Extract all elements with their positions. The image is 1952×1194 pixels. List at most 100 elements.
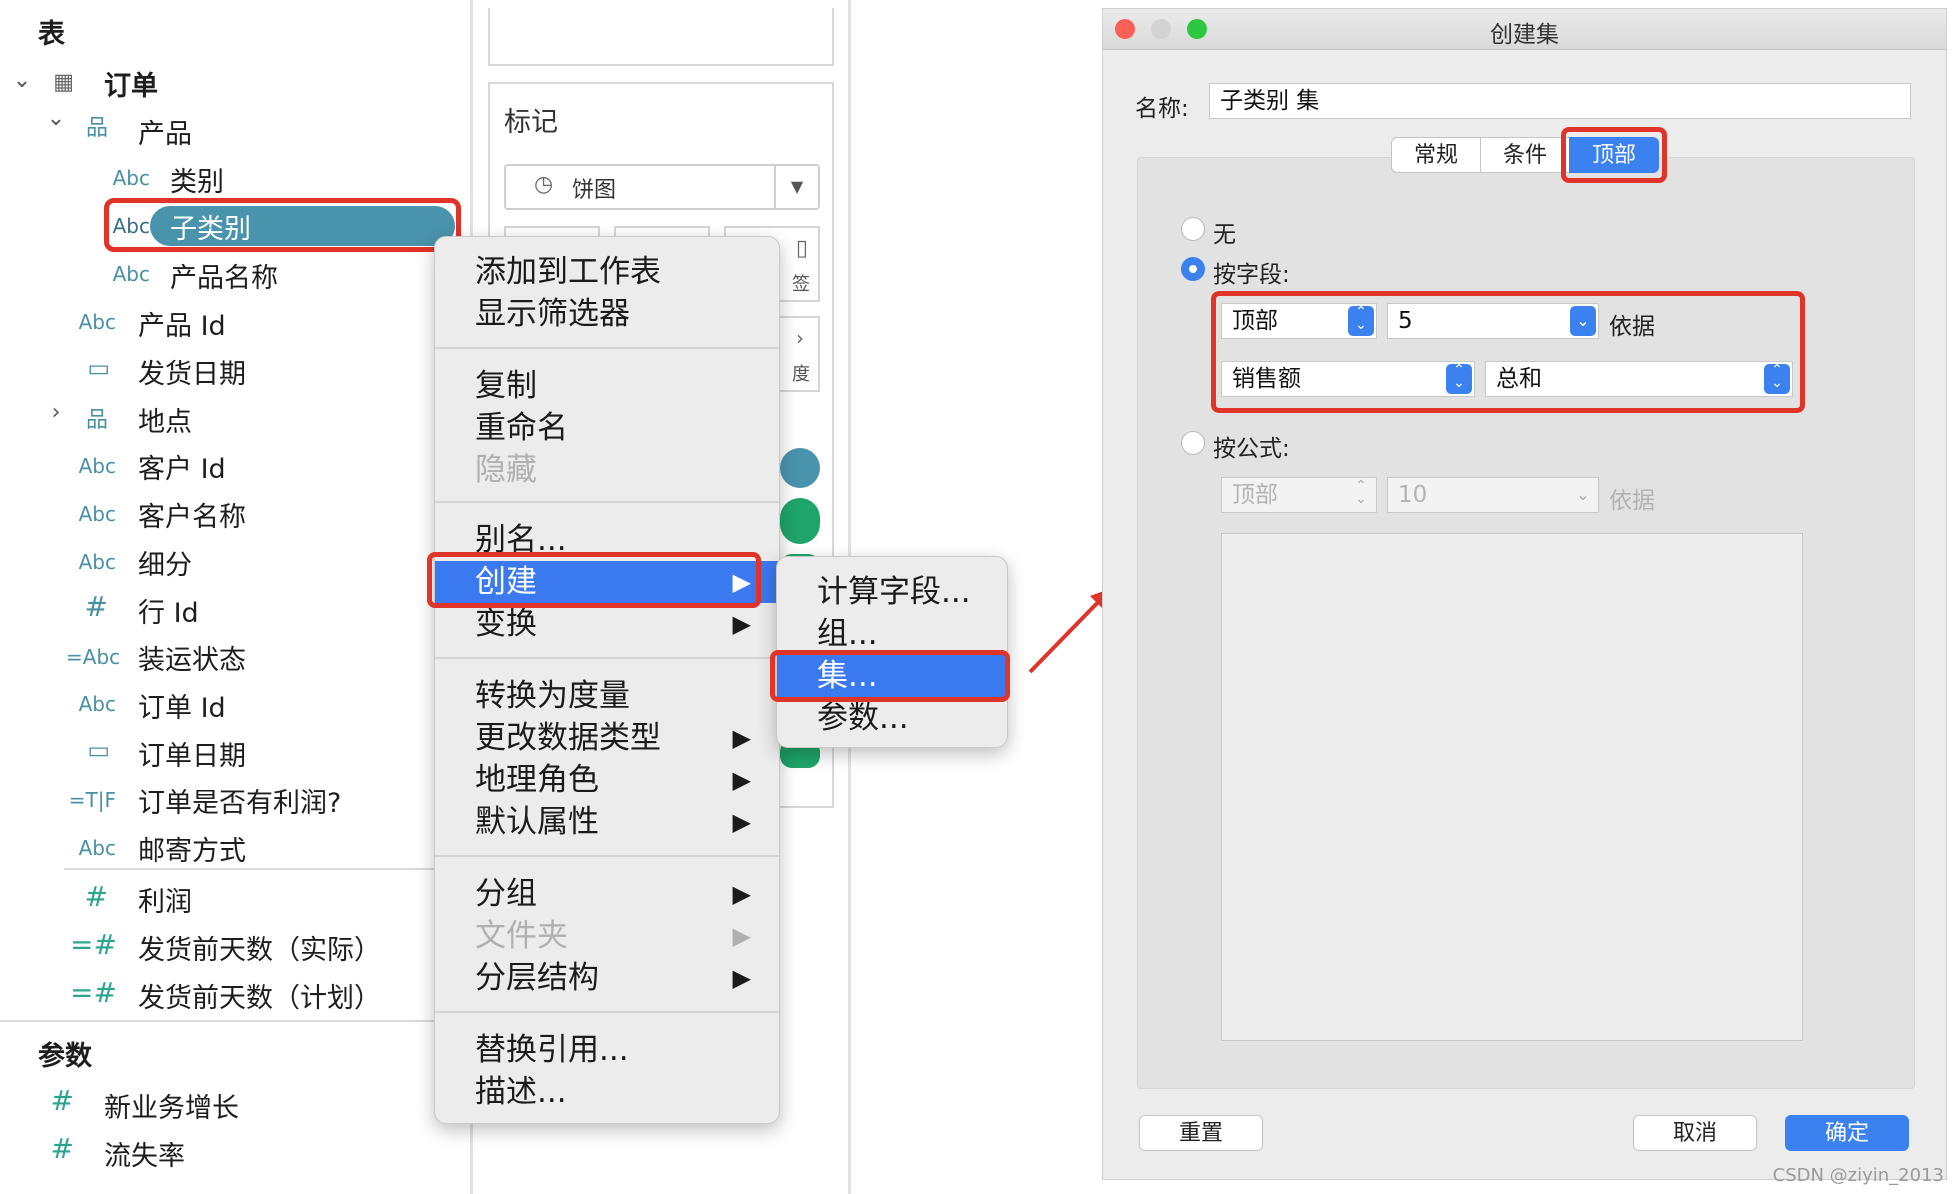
tab-condition[interactable]: 条件 xyxy=(1480,137,1570,173)
submenu-group[interactable]: 组... xyxy=(777,613,1007,655)
string-icon: Abc xyxy=(78,550,116,574)
string-icon: Abc xyxy=(78,692,116,716)
menu-geographic-role[interactable]: 地理角色 ▶ xyxy=(435,759,779,801)
menu-group[interactable]: 分组 ▶ xyxy=(435,873,779,915)
menu-hide: 隐藏 xyxy=(475,452,537,488)
dialog-titlebar[interactable]: 创建集 xyxy=(1103,9,1946,50)
field-customer-id[interactable]: 客户 Id xyxy=(138,447,226,486)
number-icon: # xyxy=(84,880,108,913)
marks-title: 标记 xyxy=(504,107,558,138)
hierarchy-icon: 品 xyxy=(85,116,108,141)
field-segment[interactable]: 细分 xyxy=(138,543,192,582)
submenu-arrow-icon: ▶ xyxy=(732,610,751,638)
field-customer-name[interactable]: 客户名称 xyxy=(138,495,246,534)
submenu-calculated-field[interactable]: 计算字段... xyxy=(777,571,1007,613)
highlight-box xyxy=(770,650,1010,702)
name-input[interactable]: 子类别 集 xyxy=(1209,83,1911,119)
radio-by-field[interactable] xyxy=(1181,257,1205,281)
name-label: 名称: xyxy=(1135,96,1189,122)
cancel-button[interactable]: 取消 xyxy=(1633,1115,1757,1151)
chevron-right-icon[interactable]: › xyxy=(44,400,68,425)
ok-button[interactable]: 确定 xyxy=(1785,1115,1909,1151)
formula-textarea[interactable] xyxy=(1221,533,1803,1041)
highlight-box xyxy=(1211,291,1805,413)
mark-type-select[interactable]: ◷ 饼图 ▼ xyxy=(504,164,820,210)
stepper-icon: ⌃ ⌄ xyxy=(1355,478,1367,507)
submenu-parameter[interactable]: 参数... xyxy=(777,697,1007,739)
pages-shelf[interactable] xyxy=(488,8,834,66)
calc-number-icon: =# xyxy=(70,928,117,961)
menu-hierarchy-label: 分层结构 xyxy=(475,960,599,996)
menu-replace-references[interactable]: 替换引用... xyxy=(435,1029,779,1071)
measure-pill[interactable] xyxy=(780,498,820,544)
field-order-date[interactable]: 订单日期 xyxy=(138,734,246,773)
field-days-ship-plan[interactable]: 发货前天数（计划） xyxy=(138,976,381,1015)
menu-describe[interactable]: 描述... xyxy=(435,1071,779,1113)
divider xyxy=(64,868,444,870)
dimension-pill[interactable] xyxy=(780,448,820,488)
menu-folder: 文件夹 ▶ xyxy=(435,915,779,957)
create-set-dialog: 创建集 名称: 子类别 集 常规 条件 顶部 无 按字段: 顶部 ⌃ ⌄ 5 ⌄ … xyxy=(1102,8,1947,1180)
field-days-ship-actual[interactable]: 发货前天数（实际） xyxy=(138,928,381,967)
string-icon: Abc xyxy=(78,454,116,478)
field-ship-mode[interactable]: 邮寄方式 xyxy=(138,829,246,868)
field-category[interactable]: 类别 xyxy=(170,160,224,199)
menu-geographic-role-label: 地理角色 xyxy=(475,762,599,798)
field-location[interactable]: 地点 xyxy=(138,400,192,439)
angle-caption: 度 xyxy=(792,364,810,385)
string-icon: Abc xyxy=(78,502,116,526)
field-order-profitable[interactable]: 订单是否有利润? xyxy=(138,781,341,820)
menu-separator xyxy=(435,657,779,659)
field-product-name[interactable]: 产品名称 xyxy=(170,256,278,295)
calc-number-icon: =# xyxy=(70,976,117,1009)
submenu-arrow-icon: ▶ xyxy=(732,808,751,836)
radio-none[interactable] xyxy=(1181,217,1205,241)
chevron-down-icon[interactable]: ▼ xyxy=(774,166,818,208)
menu-transform[interactable]: 变换 ▶ xyxy=(435,603,779,645)
parameters-header: 参数 xyxy=(38,1041,92,1072)
menu-rename[interactable]: 重命名 xyxy=(435,407,779,449)
string-icon: Abc xyxy=(112,166,150,190)
submenu-arrow-icon: ▶ xyxy=(732,922,751,950)
field-order-id[interactable]: 订单 Id xyxy=(138,686,226,725)
calc-string-icon: =Abc xyxy=(66,645,121,669)
dialog-title: 创建集 xyxy=(1490,22,1559,48)
context-menu: 添加到工作表 显示筛选器 复制 重命名 隐藏 别名... 创建 ▶ 变换 ▶ 转… xyxy=(434,236,780,1124)
submenu-arrow-icon: ▶ xyxy=(732,724,751,752)
string-icon: Abc xyxy=(112,262,150,286)
watermark: CSDN @ziyin_2013 xyxy=(1772,1165,1944,1186)
radio-by-formula-label: 按公式: xyxy=(1213,436,1290,462)
label-icon: ▯ xyxy=(795,236,808,261)
menu-convert-to-measure[interactable]: 转换为度量 xyxy=(435,675,779,717)
table-orders[interactable]: 订单 xyxy=(104,64,158,103)
menu-show-filter[interactable]: 显示筛选器 xyxy=(435,293,779,335)
param-churn-rate[interactable]: 流失率 xyxy=(104,1134,185,1173)
field-row-id[interactable]: 行 Id xyxy=(138,591,199,630)
calendar-icon: ▭ xyxy=(87,736,110,764)
tab-general[interactable]: 常规 xyxy=(1391,137,1481,173)
hierarchy-icon: 品 xyxy=(85,408,108,433)
radio-by-formula[interactable] xyxy=(1181,431,1205,455)
calendar-icon: ▭ xyxy=(87,354,110,382)
menu-hierarchy[interactable]: 分层结构 ▶ xyxy=(435,957,779,999)
menu-duplicate[interactable]: 复制 xyxy=(435,365,779,407)
menu-add-to-sheet[interactable]: 添加到工作表 xyxy=(435,251,779,293)
field-ship-date[interactable]: 发货日期 xyxy=(138,352,246,391)
reset-button[interactable]: 重置 xyxy=(1139,1115,1263,1151)
field-ship-status[interactable]: 装运状态 xyxy=(138,638,246,677)
menu-transform-label: 变换 xyxy=(475,606,537,642)
chevron-down-icon[interactable]: ⌄ xyxy=(44,106,68,131)
highlight-box xyxy=(1561,127,1667,183)
string-icon: Abc xyxy=(78,310,116,334)
folder-product[interactable]: 产品 xyxy=(138,112,192,151)
chevron-down-icon[interactable]: ⌄ xyxy=(10,68,34,93)
data-pane: 表 ⌄ ▦ 订单 ⌄ 品 产品 Abc 类别 Abc 子类别 Abc 产品名称 … xyxy=(0,0,470,1194)
menu-separator xyxy=(435,855,779,857)
menu-default-properties[interactable]: 默认属性 ▶ xyxy=(435,801,779,843)
menu-change-data-type[interactable]: 更改数据类型 ▶ xyxy=(435,717,779,759)
field-profit[interactable]: 利润 xyxy=(138,880,192,919)
formula-top-value: 顶部 xyxy=(1232,482,1278,508)
param-new-business-growth[interactable]: 新业务增长 xyxy=(104,1086,239,1125)
field-product-id[interactable]: 产品 Id xyxy=(138,304,226,343)
divider xyxy=(0,1020,470,1022)
